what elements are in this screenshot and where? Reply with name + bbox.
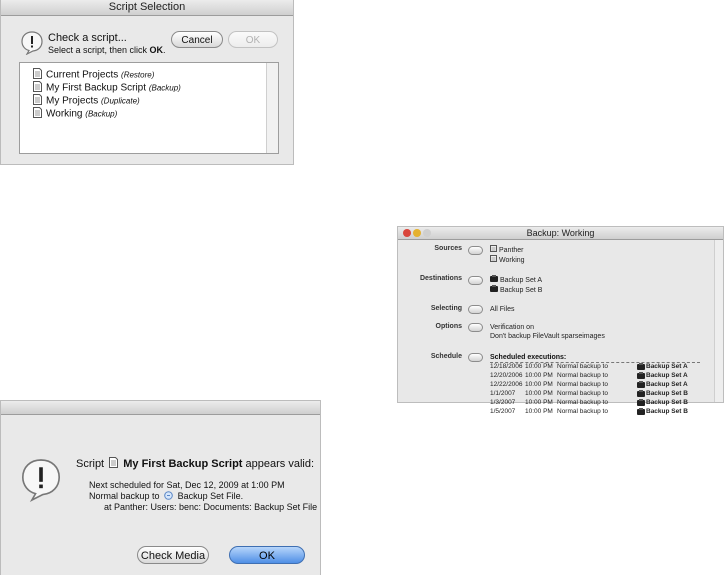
schedule-date: 1/3/2007 (490, 399, 516, 406)
script-document-icon (33, 94, 42, 108)
schedule-time: 10:00 PM (525, 372, 553, 379)
dialog-heading: Check a script... (48, 32, 127, 44)
sources-list: Panther Working (490, 245, 525, 265)
close-window-button[interactable] (403, 229, 411, 237)
sources-label: Sources (434, 245, 462, 252)
schedule-row: 1/5/2007 10:00 PM Normal backup to Backup S… (490, 407, 700, 416)
schedule-label: Schedule (430, 353, 462, 360)
script-mode: (Duplicate) (101, 96, 140, 106)
schedule-backup-set: Backup Set A (646, 381, 688, 388)
cancel-button[interactable]: Cancel (171, 31, 223, 48)
schedule-row: 12/22/2006 10:00 PM Normal backup to Backup… (490, 380, 700, 389)
schedule-button[interactable] (468, 353, 483, 362)
schedule-description: Normal backup to (557, 408, 608, 415)
schedule-table: 12/18/2006 10:00 PM Normal backup to Backup… (490, 362, 700, 416)
backup-script-window: Backup: Working Sources Panther Working … (397, 226, 724, 415)
volume-icon (490, 255, 497, 265)
next-scheduled-text: Next scheduled for Sat, Dec 12, 2009 at … (89, 480, 285, 490)
backup-set-icon (637, 408, 645, 418)
destinations-list: Backup Set A Backup Set B (490, 275, 542, 295)
schedule-date: 1/5/2007 (490, 408, 516, 415)
schedule-date: 12/22/2006 (490, 381, 523, 388)
schedule-backup-set: Backup Set A (646, 363, 688, 370)
sources-button[interactable] (468, 246, 483, 255)
script-mode: (Restore) (121, 70, 155, 80)
schedule-description: Normal backup to (557, 390, 608, 397)
schedule-time: 10:00 PM (525, 381, 553, 388)
list-item[interactable]: My First Backup Script (Backup) (33, 81, 181, 94)
schedule-description: Normal backup to (557, 363, 608, 370)
list-scrollbar[interactable] (266, 63, 278, 153)
ok-button-default[interactable]: OK (229, 546, 305, 564)
schedule-row: 1/1/2007 10:00 PM Normal backup to Backup S… (490, 389, 700, 398)
destinations-button[interactable] (468, 276, 483, 285)
file-backup-set-icon (164, 491, 173, 502)
script-document-icon (33, 81, 42, 95)
schedule-backup-set: Backup Set A (646, 372, 688, 379)
schedule-backup-set: Backup Set B (646, 390, 688, 397)
backup-location-text: at Panther: Users: benc: Documents: Back… (104, 502, 318, 512)
check-media-button[interactable]: Check Media (137, 546, 209, 564)
schedule-description: Normal backup to (557, 399, 608, 406)
script-name: Working (46, 108, 83, 120)
validation-alert-window: Script My First Backup Script appears va… (0, 400, 321, 575)
options-list: Verification on Don't backup FileVault s… (490, 324, 605, 340)
schedule-date: 1/1/2007 (490, 390, 516, 397)
zoom-window-button[interactable] (423, 229, 431, 237)
script-name: Current Projects (46, 69, 119, 81)
schedule-row: 12/18/2006 10:00 PM Normal backup to Backup… (490, 362, 700, 371)
dialog-instruction: Select a script, then click OK. (48, 45, 166, 55)
window-scrollbar[interactable] (714, 240, 723, 402)
schedule-date: 12/18/2006 (490, 363, 523, 370)
schedule-date: 12/20/2006 (490, 372, 523, 379)
schedule-time: 10:00 PM (525, 363, 553, 370)
selecting-value: All Files (490, 306, 515, 313)
window-title: Backup: Working (398, 227, 723, 240)
schedule-time: 10:00 PM (525, 399, 553, 406)
script-list[interactable]: Current Projects (Restore) My First Back… (19, 62, 279, 154)
script-document-icon (33, 68, 42, 82)
list-item[interactable]: My Projects (Duplicate) (33, 94, 140, 107)
schedule-backup-set: Backup Set B (646, 408, 688, 415)
selecting-button[interactable] (468, 305, 483, 314)
script-document-icon (33, 107, 42, 121)
schedule-time: 10:00 PM (525, 390, 553, 397)
volume-icon (490, 245, 497, 255)
script-name: My Projects (46, 95, 99, 107)
normal-backup-line: Normal backup to Backup Set File. (89, 491, 244, 502)
backup-set-icon (490, 285, 498, 295)
alert-title: Script My First Backup Script appears va… (76, 457, 315, 471)
caution-speech-bubble-icon (21, 31, 43, 60)
schedule-description: Normal backup to (557, 381, 608, 388)
caution-speech-bubble-icon (21, 457, 61, 508)
script-document-icon (109, 457, 119, 471)
script-mode: (Backup) (148, 83, 181, 93)
window-titlebar (1, 401, 320, 415)
script-mode: (Backup) (85, 109, 118, 119)
list-item[interactable]: Working (Backup) (33, 107, 117, 120)
script-selection-window: Script Selection Check a script... Selec… (0, 0, 294, 165)
schedule-description: Normal backup to (557, 372, 608, 379)
schedule-time: 10:00 PM (525, 408, 553, 415)
selecting-label: Selecting (430, 305, 462, 312)
schedule-row: 12/20/2006 10:00 PM Normal backup to Backup… (490, 371, 700, 380)
schedule-row: 1/3/2007 10:00 PM Normal backup to Backup S… (490, 398, 700, 407)
ok-button-disabled[interactable]: OK (228, 31, 278, 48)
options-button[interactable] (468, 323, 483, 332)
window-title: Script Selection (1, 0, 293, 16)
minimize-window-button[interactable] (413, 229, 421, 237)
list-item[interactable]: Current Projects (Restore) (33, 68, 154, 81)
options-label: Options (435, 323, 462, 330)
destinations-label: Destinations (419, 275, 462, 282)
script-name: My First Backup Script (46, 82, 147, 94)
backup-set-icon (490, 275, 498, 285)
schedule-backup-set: Backup Set B (646, 399, 688, 406)
